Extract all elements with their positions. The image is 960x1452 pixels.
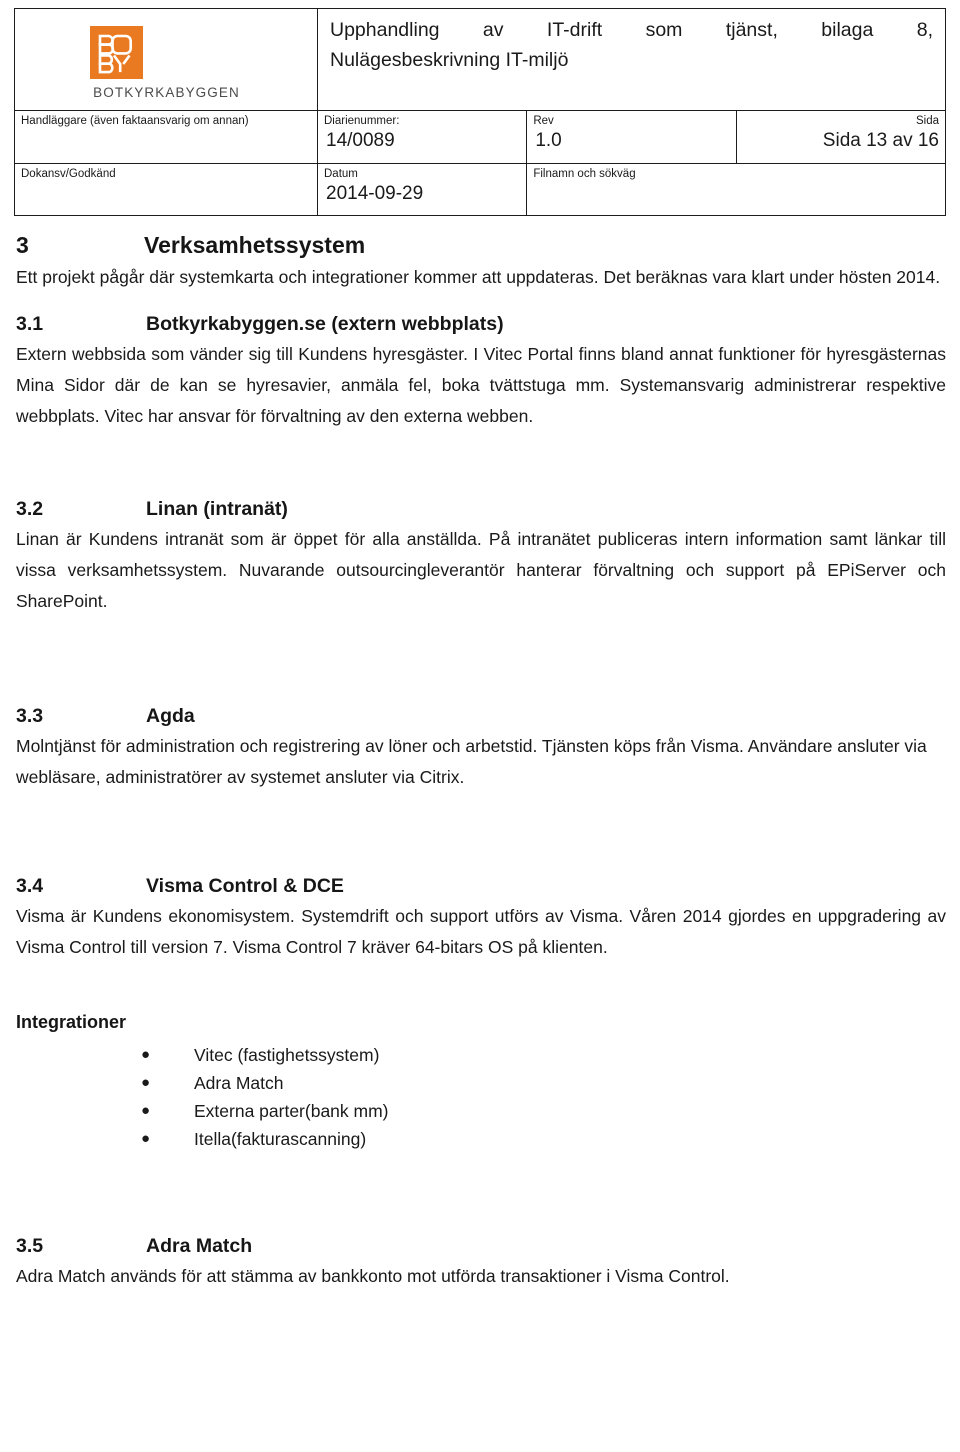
header-meta-row-1: Handläggare (även faktaansvarig om annan…	[14, 110, 947, 164]
handlaggare-label: Handläggare (även faktaansvarig om annan…	[21, 115, 249, 127]
heading-section-3: 3 Verksamhetssystem	[16, 228, 946, 262]
heading-section-3-2: 3.2 Linan (intranät)	[16, 494, 946, 524]
diarienummer-cell: Diarienummer: 14/0089	[316, 110, 528, 164]
heading-3-5-number: 3.5	[16, 1235, 44, 1257]
sida-cell: Sida Sida 13 av 16	[735, 110, 947, 164]
document-title-cell: Upphandling av IT-drift som tjänst, bila…	[317, 8, 946, 111]
list-item: ● Adra Match	[16, 1069, 946, 1097]
document-title-line-1: Upphandling av IT-drift som tjänst, bila…	[330, 19, 933, 41]
logo-cell: BOTKYRKABYGGEN	[14, 8, 318, 111]
heading-section-3-1: 3.1 Botkyrkabyggen.se (extern webbplats)	[16, 309, 946, 339]
bullet-icon: ●	[141, 1102, 151, 1119]
heading-section-3-4: 3.4 Visma Control & DCE	[16, 871, 946, 901]
datum-label: Datum	[324, 168, 358, 180]
heading-3-title: Verksamhetssystem	[144, 232, 366, 258]
diarienummer-label: Diarienummer:	[324, 115, 400, 127]
bullet-icon: ●	[141, 1074, 151, 1091]
list-item-label: Vitec (fastighetssystem)	[194, 1045, 380, 1065]
rev-value: 1.0	[535, 130, 562, 151]
document-body: 3 Verksamhetssystem Ett projekt pågår dä…	[16, 228, 946, 1292]
heading-section-3-5: 3.5 Adra Match	[16, 1231, 946, 1261]
heading-3-2-title: Linan (intranät)	[146, 498, 288, 520]
sida-label: Sida	[915, 115, 939, 127]
paragraph-section-3-3: Molntjänst för administration och regist…	[16, 736, 927, 787]
heading-3-1-title: Botkyrkabyggen.se (extern webbplats)	[146, 313, 504, 335]
integrationer-heading: Integrationer	[16, 1012, 127, 1032]
brand-logo: BOTKYRKABYGGEN	[15, 9, 318, 110]
diarienummer-value: 14/0089	[326, 130, 395, 151]
filnamn-value	[533, 181, 939, 207]
document-title-line-2: Nulägesbeskrivning IT-miljö	[330, 49, 569, 71]
list-item: ● Vitec (fastighetssystem)	[16, 1041, 946, 1069]
page-number: Sida 13 av 16	[822, 130, 939, 151]
paragraph-section-3-4: Visma är Kundens ekonomisystem. Systemdr…	[16, 906, 946, 957]
heading-3-4-number: 3.4	[16, 875, 44, 897]
heading-3-5-title: Adra Match	[146, 1235, 253, 1257]
brand-wordmark: BOTKYRKABYGGEN	[93, 85, 240, 100]
paragraph-section-3-1: Extern webbsida som vänder sig till Kund…	[16, 344, 946, 426]
list-item-label: Adra Match	[194, 1073, 284, 1093]
handlaggare-cell: Handläggare (även faktaansvarig om annan…	[14, 110, 318, 164]
datum-cell: Datum 2014-09-29	[316, 163, 528, 216]
bullet-icon: ●	[141, 1046, 151, 1063]
list-item-label: Externa parter(bank mm)	[194, 1101, 389, 1121]
rev-cell: Rev 1.0	[526, 110, 737, 164]
integrations-list: ● Vitec (fastighetssystem) ● Adra Match ● E…	[16, 1041, 946, 1153]
list-item: ● Externa parter(bank mm)	[16, 1097, 946, 1125]
dokansv-label: Dokansv/Godkänd	[21, 168, 116, 180]
filnamn-label: Filnamn och sökväg	[533, 168, 636, 180]
datum-value: 2014-09-29	[326, 183, 424, 204]
heading-3-3-title: Agda	[146, 705, 195, 727]
paragraph-section-3: Ett projekt pågår där systemkarta och in…	[16, 267, 941, 287]
heading-3-3-number: 3.3	[16, 705, 44, 727]
header-title-row: BOTKYRKABYGGEN Upphandling av IT-drift s…	[14, 8, 946, 111]
heading-3-4-title: Visma Control & DCE	[146, 875, 344, 897]
list-item-label: Itella(fakturascanning)	[194, 1129, 367, 1149]
handlaggare-value	[21, 128, 311, 154]
list-item: ● Itella(fakturascanning)	[16, 1125, 946, 1153]
document-header-table: BOTKYRKABYGGEN Upphandling av IT-drift s…	[14, 8, 947, 216]
filnamn-cell: Filnamn och sökväg	[526, 163, 946, 216]
heading-3-number: 3	[16, 232, 29, 258]
boby-logo-icon	[90, 26, 143, 79]
rev-label: Rev	[533, 115, 554, 127]
heading-3-2-number: 3.2	[16, 498, 44, 520]
dokansv-cell: Dokansv/Godkänd	[14, 163, 318, 216]
bullet-icon: ●	[141, 1130, 151, 1147]
paragraph-section-3-2: Linan är Kundens intranät som är öppet f…	[16, 529, 946, 611]
header-meta-row-2: Dokansv/Godkänd Datum 2014-09-29 Filnamn…	[14, 163, 946, 216]
heading-section-3-3: 3.3 Agda	[16, 701, 946, 731]
dokansv-value	[21, 181, 311, 207]
heading-3-1-number: 3.1	[16, 313, 44, 335]
paragraph-section-3-5: Adra Match används för att stämma av ban…	[16, 1266, 730, 1286]
document-title: Upphandling av IT-drift som tjänst, bila…	[330, 15, 933, 75]
